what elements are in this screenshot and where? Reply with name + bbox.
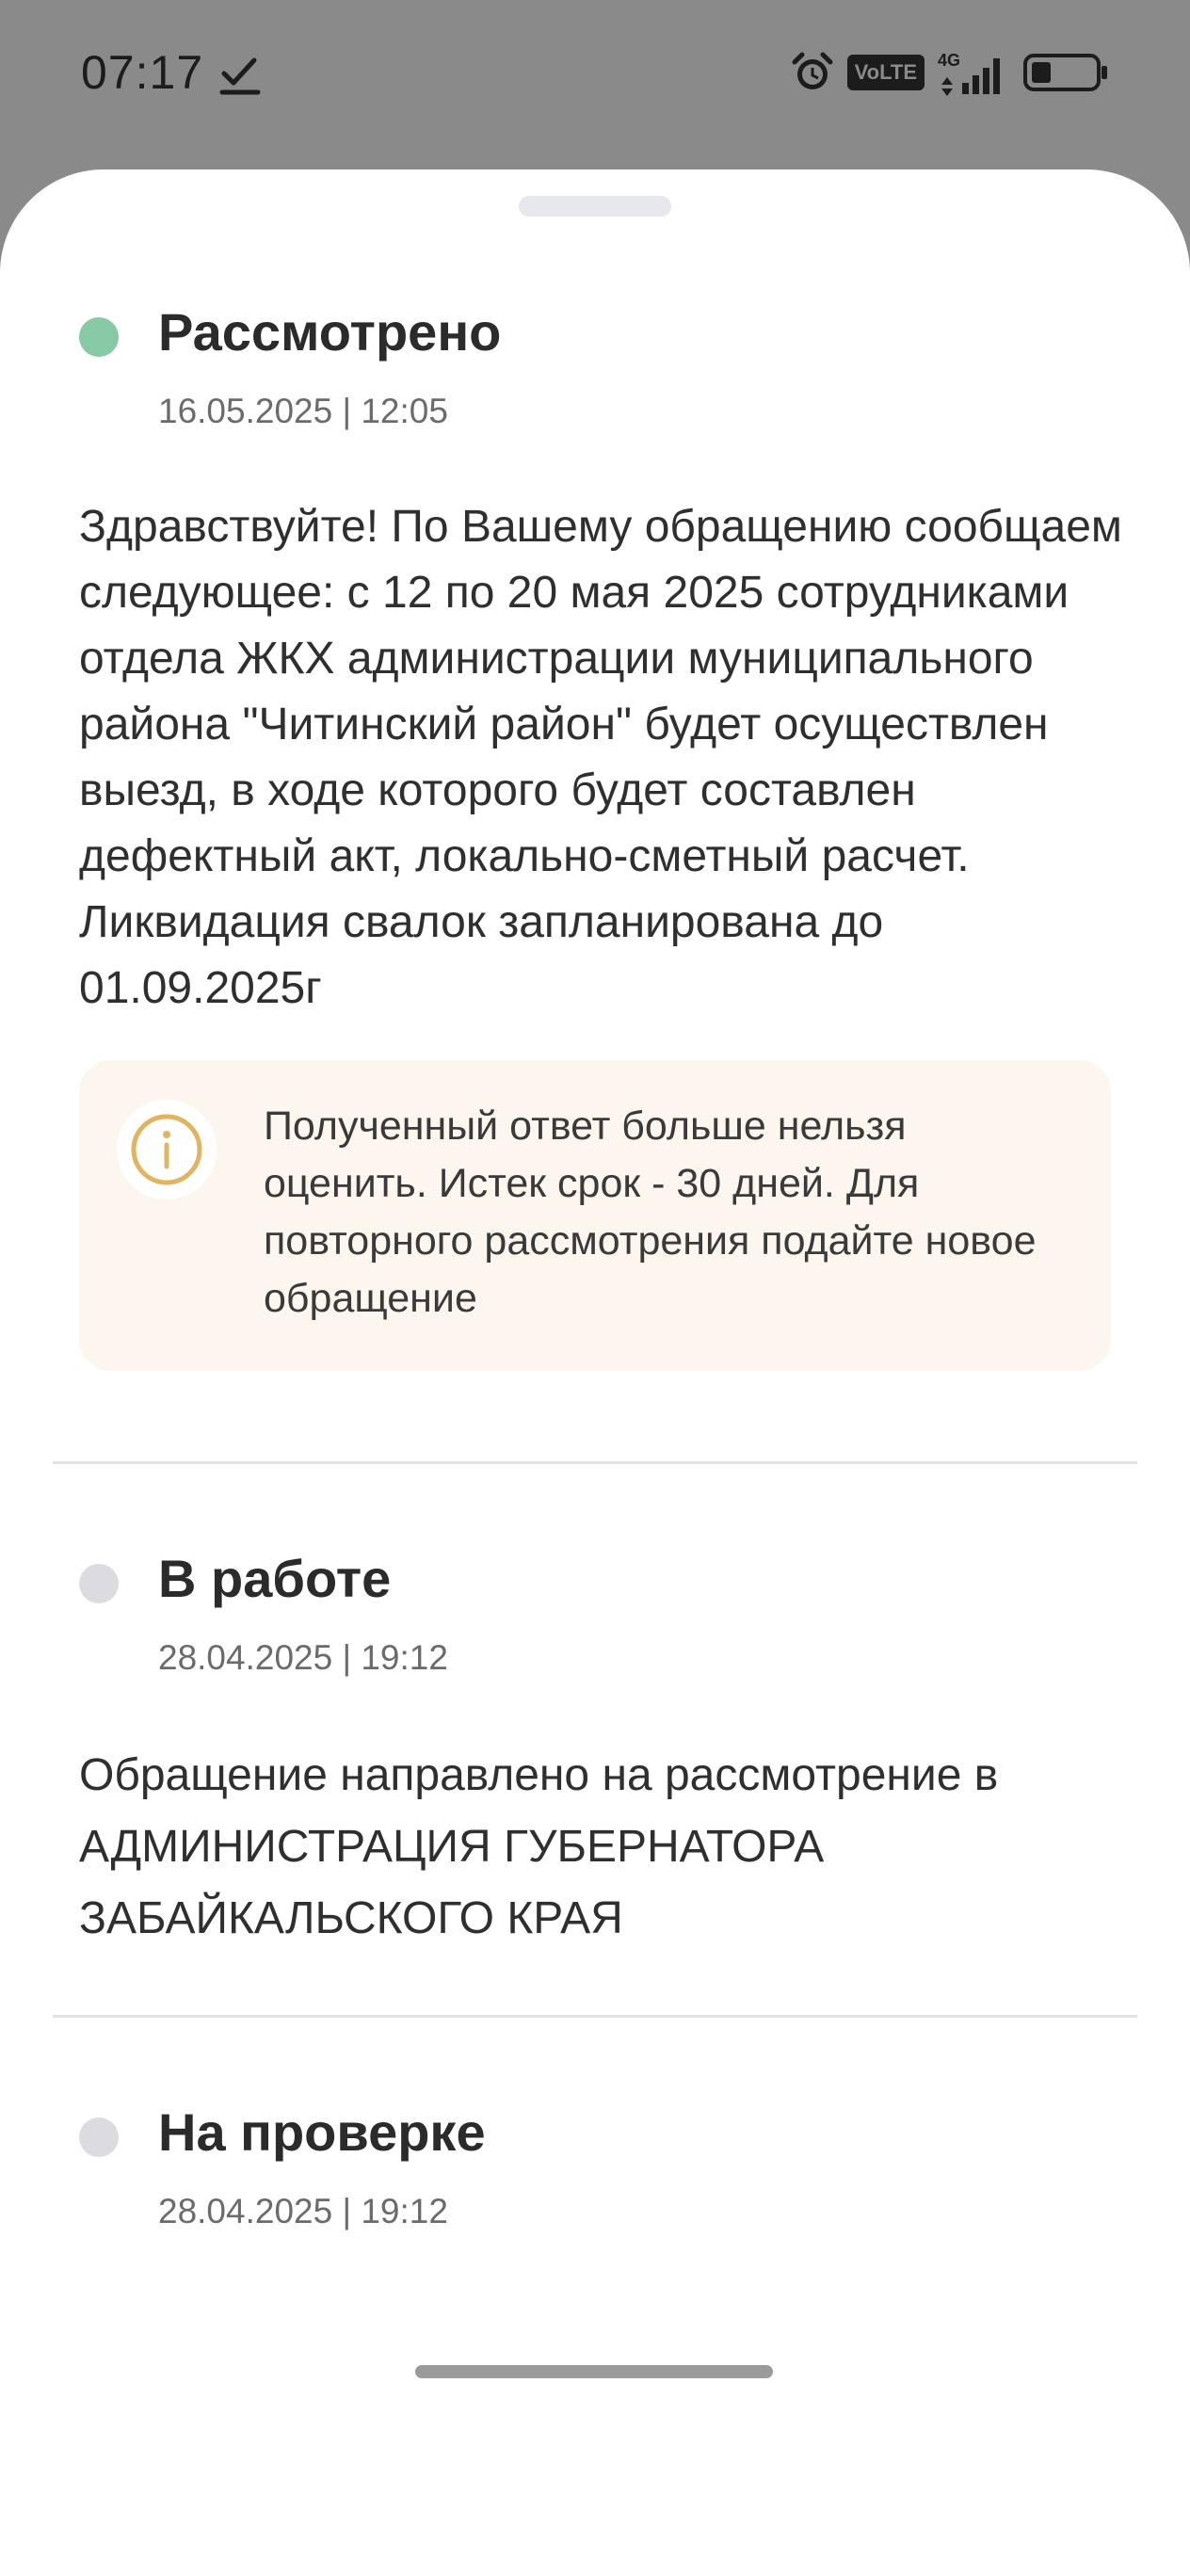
screen: 07:17 VoLTE 4G Рассмотрено 16.05.2025 | … — [0, 0, 1190, 2576]
status-date: 16.05.2025 | 12:05 — [158, 392, 448, 430]
status-dot-grey — [79, 1564, 119, 1603]
signal-icon: 4G — [938, 51, 1000, 96]
status-dot-green — [79, 317, 119, 357]
divider — [53, 2015, 1137, 2018]
svg-text:4G: 4G — [938, 51, 960, 70]
status-bar: 07:17 VoLTE 4G — [0, 0, 1190, 155]
status-title: Рассмотрено — [158, 302, 502, 362]
status-history-sheet: Рассмотрено 16.05.2025 | 12:05 Здравству… — [0, 169, 1190, 2576]
drag-handle[interactable] — [519, 196, 671, 217]
volte-badge: VoLTE — [846, 55, 925, 90]
status-date: 28.04.2025 | 19:12 — [158, 2192, 448, 2230]
status-time: 07:17 — [81, 46, 204, 99]
check-icon — [219, 57, 261, 95]
info-icon — [131, 1114, 202, 1185]
info-icon-container — [117, 1100, 217, 1199]
divider — [53, 1461, 1137, 1464]
home-indicator[interactable] — [415, 2365, 773, 2378]
status-icons: VoLTE 4G — [791, 49, 1109, 96]
status-date: 28.04.2025 | 19:12 — [158, 1638, 448, 1677]
notice-text: Полученный ответ больше нельзя оценить. … — [264, 1103, 1037, 1321]
battery-icon — [1023, 54, 1107, 91]
rating-expired-notice: Полученный ответ больше нельзя оценить. … — [79, 1060, 1111, 1371]
status-dot-grey — [79, 2117, 119, 2157]
status-title: В работе — [158, 1549, 392, 1608]
status-message: Здравствуйте! По Вашему обращению сообща… — [79, 502, 1122, 1013]
status-title: На проверке — [158, 2102, 486, 2162]
status-message: Обращение направлено на рассмотрение в А… — [79, 1750, 999, 1943]
alarm-icon — [792, 52, 833, 89]
